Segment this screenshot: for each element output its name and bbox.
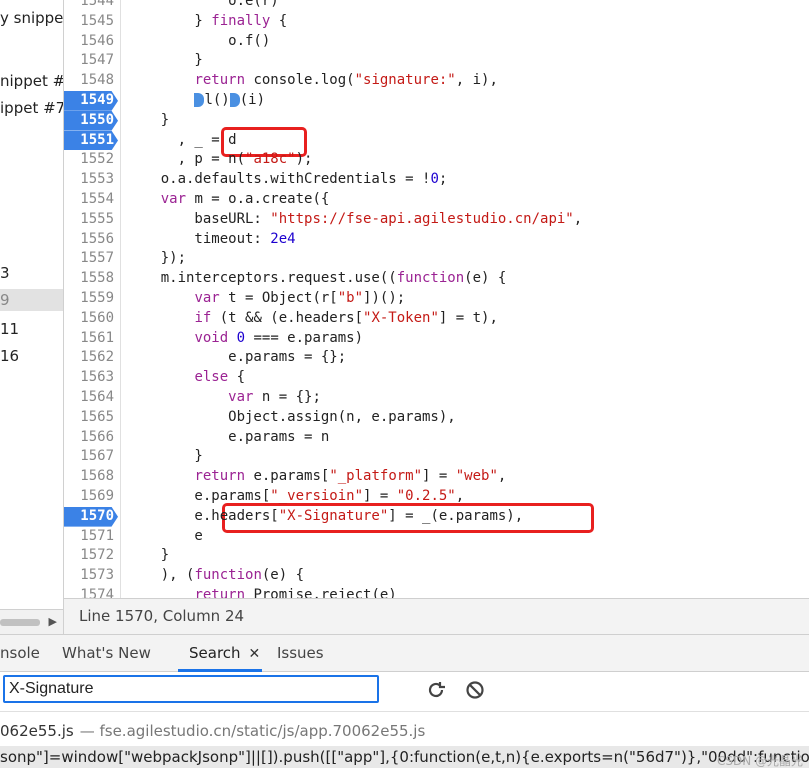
snippets-sidebar: y snippet nippet #6 ippet #7 3 9 11 16 xyxy=(0,0,64,598)
status-bar: Line 1570, Column 24 xyxy=(64,598,809,634)
scroll-right-arrow-icon[interactable]: ▶ xyxy=(49,615,57,628)
sidebar-item-snippet-7[interactable]: ippet #7 xyxy=(0,97,63,119)
code-line: } finally { xyxy=(127,12,288,29)
line-number[interactable]: 1554 xyxy=(64,190,118,210)
tab-console[interactable]: nsole xyxy=(0,644,40,662)
line-number[interactable]: 1555 xyxy=(64,210,118,230)
line-number[interactable]: 1545 xyxy=(64,12,118,32)
code-line: else { xyxy=(194,369,246,386)
search-toolbar xyxy=(0,672,809,712)
line-number[interactable]: 1552 xyxy=(64,150,118,170)
sidebar-item-16[interactable]: 16 xyxy=(0,345,19,367)
result-file-header[interactable]: 062e55.js — fse.agilestudio.cn/static/js/… xyxy=(0,722,425,740)
sidebar-scrollbar[interactable]: ▶ xyxy=(0,609,64,635)
code-line: e.params = n xyxy=(127,428,330,445)
sidebar-item-snippet[interactable]: y snippet xyxy=(0,7,63,29)
line-number[interactable]: 1553 xyxy=(64,170,118,190)
code-line: baseURL: "https://fse-api.agilestudio.cn… xyxy=(127,210,583,227)
code-line: timeout: 2e4 xyxy=(127,230,296,247)
breakpoint-line-number[interactable]: 1551 xyxy=(64,130,118,151)
tab-search[interactable]: Search ✕ xyxy=(189,644,260,662)
code-line: var n = {}; xyxy=(228,389,321,405)
line-number[interactable]: 1557 xyxy=(64,249,118,269)
result-match-line[interactable]: sonp"]=window["webpackJsonp"]||[]).push(… xyxy=(0,746,809,768)
line-number[interactable]: 1558 xyxy=(64,269,118,289)
breakpoint-line-number[interactable]: 1570 xyxy=(64,506,118,527)
code-line: } xyxy=(127,448,203,465)
line-number[interactable]: 1564 xyxy=(64,388,118,408)
line-number[interactable]: 1548 xyxy=(64,71,118,91)
line-number[interactable]: 1559 xyxy=(64,289,118,309)
line-number[interactable]: 1563 xyxy=(64,368,118,388)
code-line: e.params = {}; xyxy=(127,349,347,366)
line-number-gutter[interactable]: 1544 1545 1546 1547 1548 1549 1550 1551 1552 1553… xyxy=(64,0,121,598)
drawer-tabbar: nsole What's New Search ✕ Issues xyxy=(0,634,809,672)
watermark: CSDN @光晶光 xyxy=(716,754,803,768)
code-line: var t = Object(r["b"])(); xyxy=(194,290,406,306)
code-line: return Promise.reject(e) xyxy=(194,587,397,598)
line-number[interactable]: 1547 xyxy=(64,51,118,71)
line-number[interactable]: 1573 xyxy=(64,566,118,586)
sidebar-item-11[interactable]: 11 xyxy=(0,318,19,340)
tab-search-label: Search xyxy=(189,644,241,662)
line-number[interactable]: 1560 xyxy=(64,309,118,329)
search-results: 062e55.js — fse.agilestudio.cn/static/js/… xyxy=(0,712,809,779)
code-line: , _ = d xyxy=(127,131,237,148)
line-number[interactable]: 1544 xyxy=(64,0,118,12)
code-line: o.f() xyxy=(127,32,271,49)
line-number[interactable]: 1561 xyxy=(64,329,118,349)
line-number[interactable]: 1546 xyxy=(64,32,118,52)
code-line: ), (function(e) { xyxy=(127,567,305,584)
scrollbar-thumb[interactable] xyxy=(0,619,40,626)
code-line: return console.log("signature:", i), xyxy=(194,72,498,89)
line-number[interactable]: 1565 xyxy=(64,408,118,428)
line-number[interactable]: 1572 xyxy=(64,546,118,566)
code-line: } xyxy=(127,547,170,564)
refresh-icon[interactable] xyxy=(425,679,447,701)
code-line: var m = o.a.create({ xyxy=(160,191,330,207)
line-number[interactable]: 1562 xyxy=(64,348,118,368)
tab-whats-new[interactable]: What's New xyxy=(62,644,151,662)
code-line: Object.assign(n, e.params), xyxy=(127,408,456,425)
line-number[interactable]: 1556 xyxy=(64,230,118,250)
code-line: } xyxy=(127,52,203,69)
code-line: if (t && (e.headers["X-Token"] = t), xyxy=(194,309,498,326)
code-line: l() (i) xyxy=(127,91,265,111)
tab-issues[interactable]: Issues xyxy=(277,644,324,662)
code-line: o.e(r) xyxy=(127,0,279,9)
code-line: } xyxy=(127,111,170,128)
code-line: m.interceptors.request.use((function(e) … xyxy=(127,270,507,287)
code-line: o.a.defaults.withCredentials = !0; xyxy=(127,171,448,188)
sidebar-item-3[interactable]: 3 xyxy=(0,262,10,284)
code-line: return e.params["_platform"] = "web", xyxy=(194,468,507,485)
line-number[interactable]: 1574 xyxy=(64,586,118,598)
code-line: e.params["_versioin"] = "0.2.5", xyxy=(127,488,465,504)
code-line: }); xyxy=(127,250,187,267)
result-file-path: — fse.agilestudio.cn/static/js/app.70062… xyxy=(79,722,426,740)
line-number[interactable]: 1566 xyxy=(64,428,118,448)
sidebar-item-9[interactable]: 9 xyxy=(0,289,63,311)
line-number[interactable]: 1571 xyxy=(64,527,118,547)
search-input[interactable] xyxy=(3,675,379,703)
result-file-name: 062e55.js xyxy=(0,722,74,740)
code-line: , p = n("a18c"); xyxy=(127,151,313,168)
breakpoint-line-number[interactable]: 1550 xyxy=(64,110,118,131)
code-line: void 0 === e.params) xyxy=(194,329,364,346)
clear-icon[interactable] xyxy=(464,679,486,701)
close-icon[interactable]: ✕ xyxy=(249,646,261,662)
cursor-position: Line 1570, Column 24 xyxy=(79,607,245,625)
sidebar-spacer xyxy=(0,598,64,609)
line-number[interactable]: 1568 xyxy=(64,467,118,487)
line-number[interactable]: 1569 xyxy=(64,487,118,507)
code-line: e xyxy=(127,527,203,544)
sidebar-item-snippet-6[interactable]: nippet #6 xyxy=(0,70,63,92)
line-number[interactable]: 1567 xyxy=(64,447,118,467)
code-editor[interactable]: o.e(r) } finally { o.f() } return consol… xyxy=(121,0,809,598)
breakpoint-line-number[interactable]: 1549 xyxy=(64,91,118,111)
code-line: e.headers["X-Signature"] = _(e.params), xyxy=(127,507,524,524)
